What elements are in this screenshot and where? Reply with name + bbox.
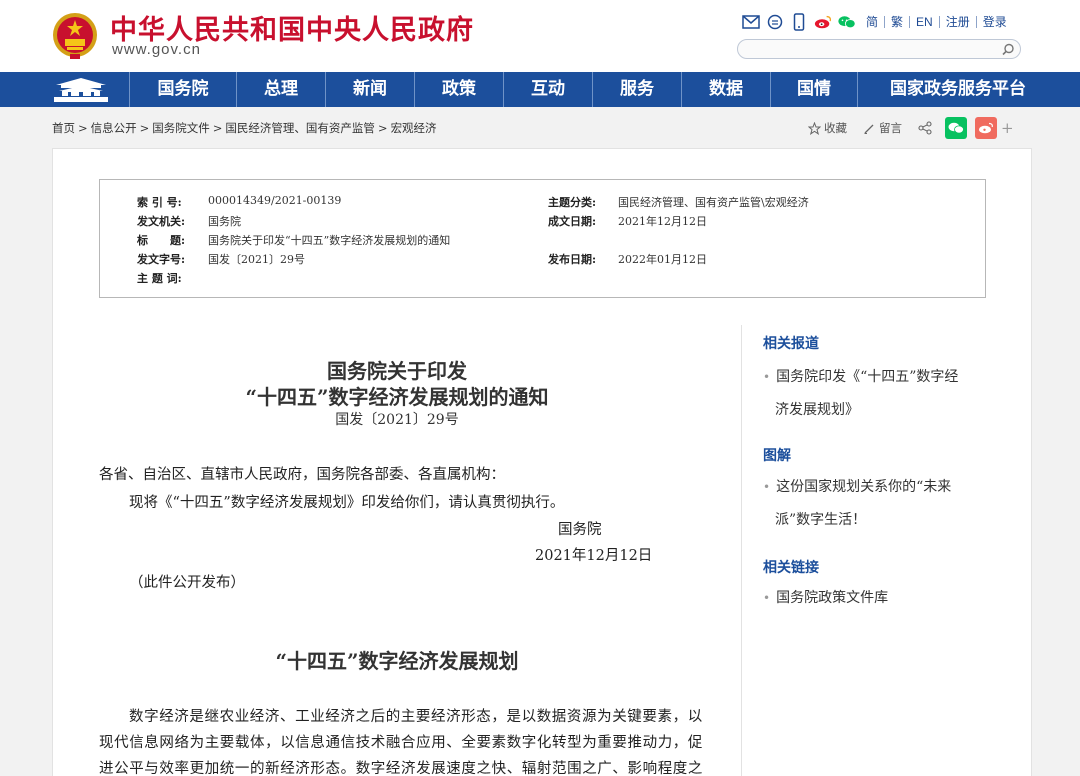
bullet-icon: •: [763, 591, 771, 605]
meta-topic-label: 主题分类:: [548, 196, 597, 209]
national-emblem-icon[interactable]: [52, 10, 98, 60]
nav-item-interaction[interactable]: 互动: [504, 72, 592, 107]
comment-label: 留言: [879, 121, 902, 135]
sidebar-link-report-line1: 国务院印发《“十四五”数字经: [776, 369, 959, 385]
doc-title-line1: 国务院关于印发: [327, 359, 467, 383]
main-nav: 国务院 总理 新闻 政策 互动 服务 数据 国情 国家政务服务平台: [0, 72, 1080, 107]
bullet-icon: •: [763, 480, 771, 494]
sidebar-link-graphic[interactable]: • 这份国家规划关系你的“未来 派”数字生活！: [763, 471, 951, 537]
breadcrumb-info-public[interactable]: 信息公开: [91, 121, 137, 135]
meta-issuer-label: 发文机关:: [137, 215, 186, 228]
wechat-icon[interactable]: [838, 13, 856, 31]
lang-simplified-link[interactable]: 简: [862, 16, 884, 28]
more-share-icon[interactable]: +: [1001, 119, 1014, 137]
chat-bubble-icon[interactable]: [766, 13, 784, 31]
body-line: 进公平与效率更加统一的新经济形态。数字经济发展速度之快、辐射范围之广、影响程度之: [99, 761, 703, 776]
addressee-text: 各省、自治区、直辖市人民政府，国务院各部委、各直属机构：: [99, 467, 505, 483]
breadcrumb-separator: >: [139, 121, 150, 135]
share-weibo-button[interactable]: [975, 117, 997, 139]
meta-date-written-label: 成文日期:: [548, 215, 597, 228]
signature-text: 国务院: [558, 522, 602, 538]
meta-publish-value: 2022年01月12日: [618, 253, 707, 266]
share-icon: [918, 121, 932, 135]
header-tools: 简 繁 EN 注册 登录: [742, 12, 1013, 32]
meta-publish-label: 发布日期:: [548, 253, 597, 266]
nav-item-services[interactable]: 服务: [593, 72, 681, 107]
breadcrumb-macro-economy[interactable]: 宏观经济: [391, 121, 437, 135]
meta-topic-value: 国民经济管理、国有资产监管\宏观经济: [618, 196, 809, 209]
weibo-icon: [979, 122, 993, 134]
meta-title-value: 国务院关于印发“十四五”数字经济发展规划的通知: [208, 234, 451, 247]
site-header: 中华人民共和国中央人民政府 www.gov.cn 简 繁 EN 注册 登录: [0, 0, 1080, 72]
star-icon: [808, 121, 821, 135]
meta-title-label: 标 题:: [137, 234, 186, 247]
sign-date-text: 2021年12月12日: [535, 548, 653, 564]
meta-issuer-value: 国务院: [208, 215, 241, 228]
favorite-label: 收藏: [824, 121, 847, 135]
search-input[interactable]: [746, 42, 986, 56]
pencil-icon: [864, 124, 874, 134]
register-link[interactable]: 注册: [938, 16, 976, 28]
sidebar-heading-graphics: 图解: [763, 448, 791, 464]
plan-title: “十四五”数字经济发展规划: [275, 649, 519, 673]
nav-item-national-info[interactable]: 国情: [771, 72, 857, 107]
meta-keyword-label: 主 题 词:: [137, 272, 182, 285]
page-actions: 收藏 留言 +: [808, 116, 1014, 140]
nav-item-data[interactable]: 数据: [682, 72, 770, 107]
sidebar-link-report[interactable]: • 国务院印发《“十四五”数字经 济发展规划》: [763, 361, 958, 427]
meta-index-value: 000014349/2021-00139: [208, 194, 342, 207]
body-line: 现代信息网络为主要载体，以信息通信技术融合应用、全要素数字化转型为重要推动力，促: [99, 735, 703, 751]
instruction-text: 现将《“十四五”数字经济发展规划》印发给你们，请认真贯彻执行。: [129, 495, 565, 511]
breadcrumb-separator: >: [78, 121, 88, 135]
meta-index-label: 索 引 号:: [137, 196, 182, 209]
breadcrumb-separator: >: [212, 121, 223, 135]
lang-traditional-link[interactable]: 繁: [884, 16, 909, 28]
search-box: [737, 39, 1021, 59]
share-button[interactable]: [918, 121, 935, 135]
login-link[interactable]: 登录: [975, 16, 1013, 28]
mobile-icon[interactable]: [790, 13, 808, 31]
body-line: 数字经济是继农业经济、工业经济之后的主要经济形态，是以数据资源为关键要素，以: [129, 709, 703, 725]
sidebar-link-graphic-line1: 这份国家规划关系你的“未来: [776, 479, 952, 495]
nav-item-state-council[interactable]: 国务院: [130, 72, 236, 107]
content-card: 索 引 号: 000014349/2021-00139 主题分类: 国民经济管理…: [52, 148, 1032, 776]
wechat-icon: [948, 122, 964, 134]
sidebar-link-policy-library[interactable]: • 国务院政策文件库: [763, 582, 888, 615]
sidebar-divider: [741, 325, 742, 776]
breadcrumb-home[interactable]: 首页: [52, 121, 75, 135]
bullet-icon: •: [763, 370, 771, 384]
breadcrumb: 首页 > 信息公开 > 国务院文件 > 国民经济管理、国有资产监管 > 宏观经济: [52, 120, 437, 136]
comment-button[interactable]: 留言: [863, 120, 902, 136]
tiananmen-icon[interactable]: [52, 76, 110, 104]
metadata-table: 索 引 号: 000014349/2021-00139 主题分类: 国民经济管理…: [99, 179, 986, 298]
breadcrumb-economy-management[interactable]: 国民经济管理、国有资产监管: [225, 121, 375, 135]
lang-english-link[interactable]: EN: [909, 16, 939, 28]
share-wechat-button[interactable]: [945, 117, 967, 139]
site-url[interactable]: www.gov.cn: [112, 41, 201, 58]
favorite-button[interactable]: 收藏: [808, 120, 847, 136]
meta-doc-no-value: 国发〔2021〕29号: [208, 253, 305, 266]
doc-number: 国发〔2021〕29号: [335, 412, 459, 428]
nav-item-policy[interactable]: 政策: [415, 72, 503, 107]
meta-date-written-value: 2021年12月12日: [618, 215, 707, 228]
nav-item-premier[interactable]: 总理: [237, 72, 325, 107]
sidebar-heading-related-reports: 相关报道: [763, 336, 819, 352]
mail-icon[interactable]: [742, 13, 760, 31]
sidebar-heading-related-links: 相关链接: [763, 560, 819, 576]
search-icon[interactable]: [1001, 42, 1016, 57]
sidebar-link-graphic-line2: 派”数字生活！: [775, 512, 867, 528]
weibo-icon[interactable]: [814, 13, 832, 31]
nav-item-service-platform[interactable]: 国家政务服务平台: [858, 72, 1058, 107]
doc-title-line2: “十四五”数字经济发展规划的通知: [245, 385, 549, 409]
breadcrumb-state-council-docs[interactable]: 国务院文件: [152, 121, 210, 135]
meta-doc-no-label: 发文字号:: [137, 253, 186, 266]
sidebar-link-policy-library-label: 国务院政策文件库: [776, 590, 889, 606]
breadcrumb-separator: >: [377, 121, 388, 135]
public-note-text: （此件公开发布）: [129, 575, 245, 591]
sidebar-link-report-line2: 济发展规划》: [775, 402, 859, 418]
nav-item-news[interactable]: 新闻: [326, 72, 414, 107]
